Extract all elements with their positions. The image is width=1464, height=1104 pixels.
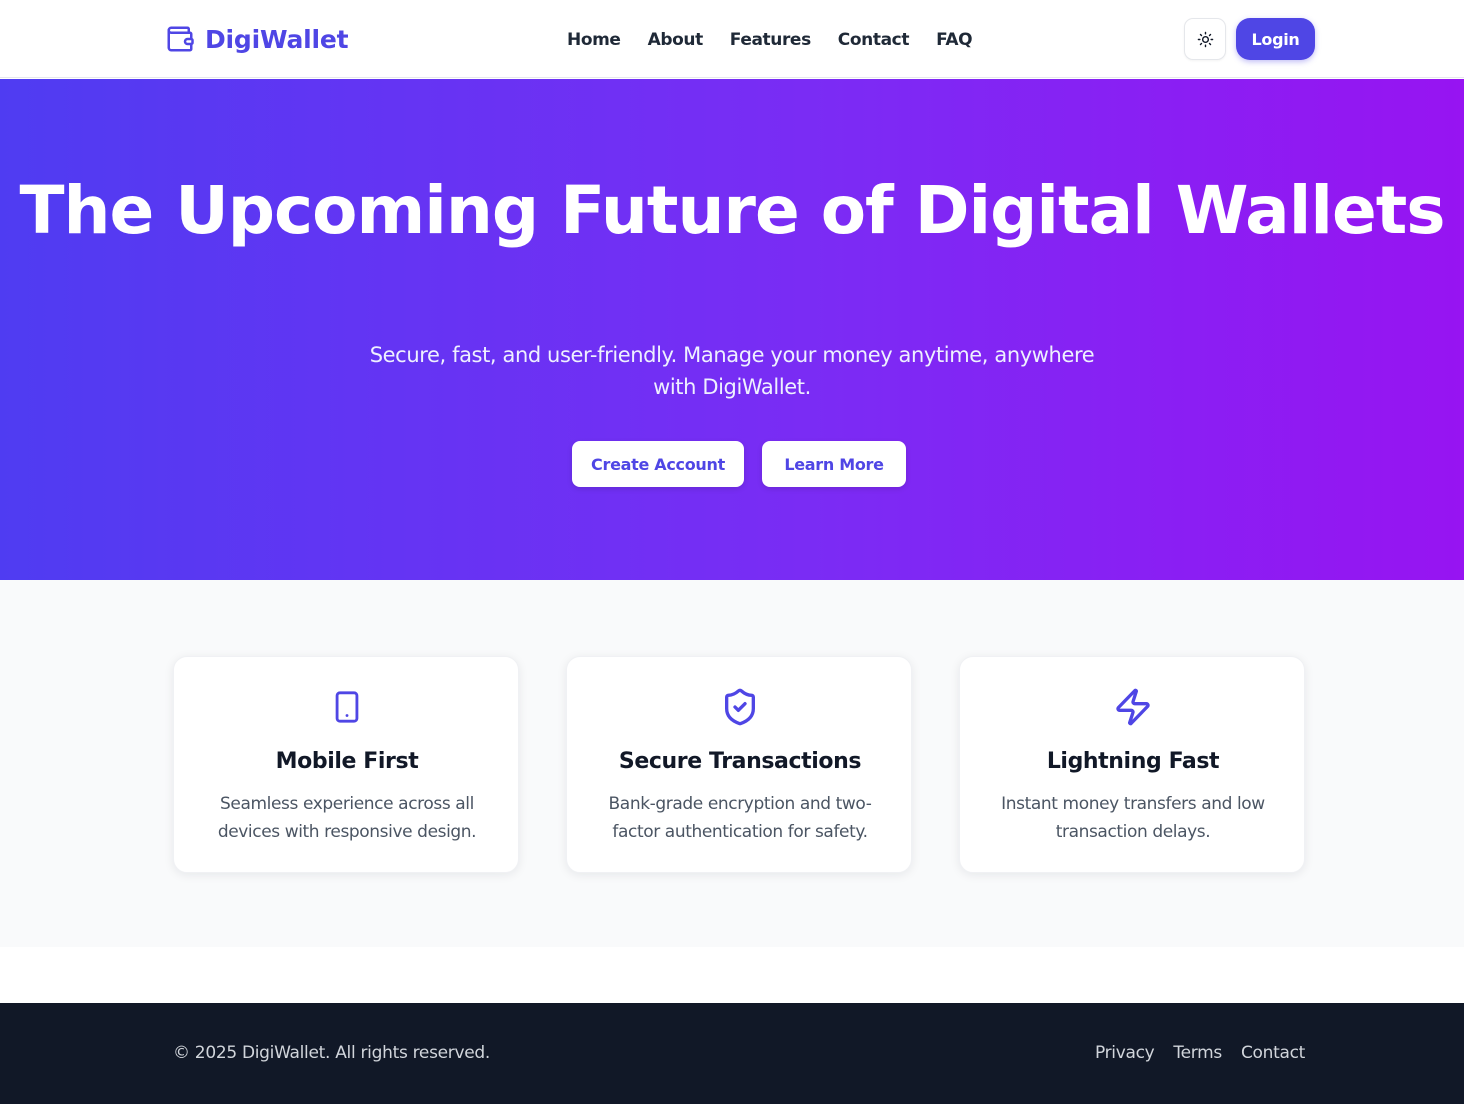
sun-icon — [1197, 31, 1213, 47]
lightning-icon — [1113, 685, 1153, 729]
feature-description: Bank-grade encryption and two-factor aut… — [608, 794, 872, 842]
feature-title: Secure Transactions — [618, 749, 862, 774]
footer-links: Privacy Terms Contact — [1095, 1043, 1305, 1063]
login-button[interactable]: Login — [1236, 18, 1315, 60]
main-nav: Home About Features Contact FAQ — [567, 26, 973, 54]
hero-subtitle: Secure, fast, and user-friendly. Manage … — [369, 343, 1095, 399]
feature-description: Seamless experience across all devices w… — [217, 794, 477, 842]
feature-card-secure-transactions: Secure Transactions Bank-grade encryptio… — [566, 656, 912, 873]
theme-toggle-button[interactable] — [1184, 18, 1226, 60]
hero-section: The Upcoming Future of Digital Wallets S… — [0, 79, 1464, 580]
feature-card-mobile-first: Mobile First Seamless experience across … — [173, 656, 519, 873]
hero-title: The Upcoming Future of Digital Wallets — [19, 172, 1445, 249]
feature-title: Lightning Fast — [1046, 749, 1220, 774]
copyright-text: © 2025 DigiWallet. All rights reserved. — [173, 1043, 490, 1063]
footer-link-privacy[interactable]: Privacy — [1095, 1043, 1155, 1063]
nav-home[interactable]: Home — [567, 30, 621, 50]
site-footer: © 2025 DigiWallet. All rights reserved. … — [0, 1003, 1464, 1104]
feature-title: Mobile First — [275, 749, 419, 774]
footer-link-contact[interactable]: Contact — [1241, 1043, 1305, 1063]
smartphone-icon — [327, 685, 367, 729]
footer-link-terms[interactable]: Terms — [1173, 1043, 1222, 1063]
brand-name: DigiWallet — [205, 24, 349, 54]
feature-description: Instant money transfers and low transact… — [1001, 794, 1265, 842]
site-header: DigiWallet Home About Features Contact F… — [0, 0, 1464, 78]
nav-features[interactable]: Features — [730, 30, 811, 50]
feature-card-lightning-fast: Lightning Fast Instant money transfers a… — [959, 656, 1305, 873]
learn-more-button[interactable]: Learn More — [762, 441, 906, 487]
nav-contact[interactable]: Contact — [838, 30, 910, 50]
create-account-button[interactable]: Create Account — [572, 441, 744, 487]
wallet-icon — [167, 26, 194, 52]
features-section: Mobile First Seamless experience across … — [0, 580, 1464, 947]
nav-faq[interactable]: FAQ — [936, 30, 972, 50]
shield-check-icon — [720, 685, 760, 729]
nav-about[interactable]: About — [648, 30, 704, 50]
brand-logo-link[interactable]: DigiWallet — [165, 22, 349, 56]
